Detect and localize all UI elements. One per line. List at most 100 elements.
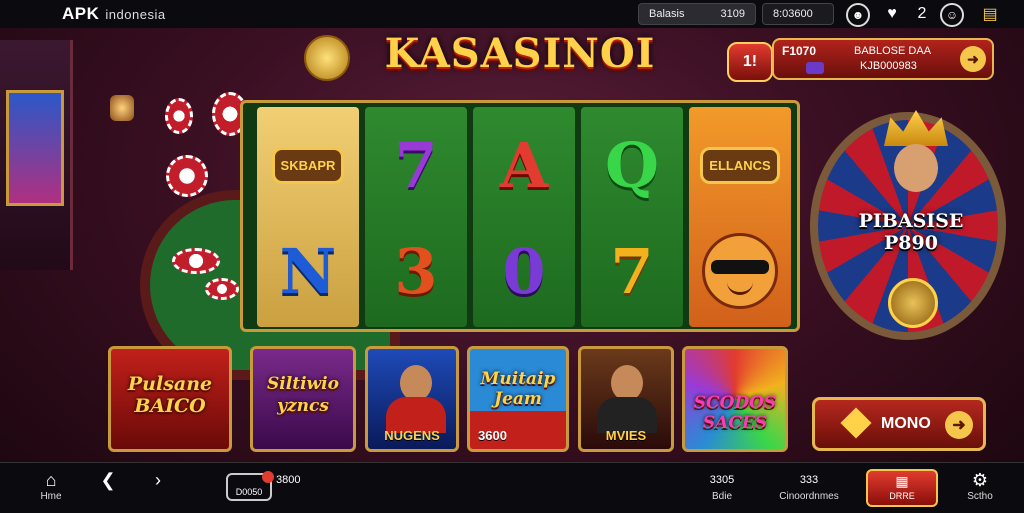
reel-symbol: ELLANCS	[689, 115, 791, 215]
character-head	[400, 365, 432, 401]
reel-symbol: Q	[604, 128, 659, 202]
reel-1: SKBAPR N	[257, 107, 359, 327]
mono-label: MONO	[881, 415, 931, 432]
nav-home[interactable]: ⌂ Hme	[36, 469, 66, 502]
chip-icon	[205, 278, 239, 300]
tile-title: SCODOS SACES	[693, 393, 777, 433]
user-icon[interactable]: ☺	[940, 3, 964, 27]
tile-caption: NUGENS	[384, 428, 440, 443]
symbol-text: ELLANCS	[700, 146, 780, 184]
reel-2: 7 3	[365, 107, 467, 327]
slot-icon: ▦	[895, 473, 909, 489]
bonus-wheel[interactable]: PIBASISE P890	[806, 110, 1006, 340]
ranking-icon[interactable]: 2	[910, 2, 934, 26]
nav-bonus-label: Bdie	[711, 491, 732, 502]
jackpot-label: BABLOSE DAA	[854, 45, 932, 57]
tile-title: Muitaip Jeam	[480, 369, 556, 409]
game-tile[interactable]: Muitaip Jeam 3600	[467, 346, 569, 452]
coins-value: 8:03600	[773, 8, 813, 20]
chip-icon	[166, 155, 208, 197]
rank-value: 2	[917, 5, 927, 22]
character-portrait	[386, 361, 446, 433]
nav-settings-label: Sctho	[967, 491, 993, 502]
jackpot-button[interactable]: 1!	[727, 42, 773, 82]
balance-label: Balasis	[649, 8, 685, 20]
nav-back[interactable]: ❮	[96, 469, 120, 491]
wheel-label-line2: P890	[884, 232, 938, 254]
back-arrow-icon: ❮	[100, 470, 116, 490]
tile-caption: 3600	[478, 428, 507, 443]
jackpot-badge	[806, 62, 824, 74]
bonus-value: 3305	[709, 474, 735, 486]
tile-caption: MVIES	[605, 428, 647, 443]
balance-value: 3109	[720, 8, 745, 20]
nav-promos-label: Cinoordnmes	[779, 491, 839, 502]
reel-symbol: N	[279, 234, 337, 308]
settings-icon: ⚙	[971, 470, 989, 490]
reel-5: ELLANCS	[689, 107, 791, 327]
wheel-hub	[888, 278, 938, 328]
slot-machine-screen	[6, 90, 64, 206]
wallet-button[interactable]: D0050	[226, 471, 274, 501]
nav-home-label: Hme	[40, 491, 62, 502]
top-bar: APK indonesia Balasis 3109 8:03600 ☻ ♥ 2 …	[0, 0, 1024, 28]
nav-settings[interactable]: ⚙ Sctho	[962, 469, 998, 502]
reel-symbol: 7	[610, 234, 654, 308]
wallet-label: D0050	[235, 487, 263, 497]
king-character	[876, 110, 956, 200]
game-tile[interactable]: Pulsane BAICO	[108, 346, 232, 452]
coins-display[interactable]: 8:03600	[762, 3, 834, 25]
symbol-text: SKBAPR	[271, 146, 345, 184]
nav-bonus[interactable]: 3305 Bdie	[690, 469, 754, 502]
heart-icon[interactable]: ♥	[880, 2, 904, 26]
nav-forward[interactable]: ›	[148, 469, 168, 491]
character-portrait	[597, 361, 657, 433]
reel-symbol: 3	[394, 234, 438, 308]
crown-icon	[884, 110, 948, 146]
game-logo: KASASINOI	[384, 30, 656, 77]
balance-display[interactable]: Balasis 3109	[638, 3, 756, 25]
nav-promos[interactable]: 333 Cinoordnmes	[772, 469, 846, 502]
wallet-amount: 3800	[276, 474, 301, 486]
tile-title: Pulsane BAICO	[127, 373, 213, 417]
reel-symbol: 0	[502, 234, 546, 308]
app-brand[interactable]: APK indonesia	[62, 4, 166, 24]
profile-icon[interactable]: ☻	[846, 3, 870, 27]
nav-active[interactable]: ▦ DRRE	[866, 469, 938, 507]
reel-symbol: 7	[394, 128, 438, 202]
game-tile[interactable]: SCODOS SACES	[682, 346, 788, 452]
wall-lamp-decor	[110, 95, 134, 121]
mono-button[interactable]: MONO ➜	[812, 397, 986, 451]
reel-3: A 0	[473, 107, 575, 327]
arrow-right-icon: ➜	[945, 411, 973, 439]
wheel-label-line1: PIBASISE	[858, 210, 964, 232]
jackpot-panel[interactable]: F1070 BABLOSE DAA KJB000983 ➜	[772, 38, 994, 80]
coin-icon	[304, 35, 350, 81]
arrow-right-icon[interactable]: ➜	[960, 46, 986, 72]
diamond-icon	[840, 407, 872, 439]
character-face	[894, 144, 938, 192]
game-tile[interactable]: NUGENS	[365, 346, 459, 452]
tile-title: Siltiwio yzncs	[267, 374, 339, 416]
chip-icon	[172, 248, 220, 274]
home-icon: ⌂	[45, 470, 57, 490]
smiley-sunglasses-icon	[689, 221, 791, 321]
brand-name: APK	[62, 4, 100, 23]
slot-reels[interactable]: SKBAPR N 7 3 A 0 Q 7 ELLANCS	[240, 100, 800, 332]
chevron-right-icon: ›	[155, 470, 161, 490]
slot-machine-decor	[0, 40, 73, 270]
gift-icon[interactable]: ▤	[978, 2, 1002, 26]
brand-sub: indonesia	[105, 7, 166, 22]
reel-4: Q 7	[581, 107, 683, 327]
notification-dot	[262, 471, 274, 483]
wheel-prize-label: PIBASISE P890	[826, 210, 996, 254]
jackpot-amount: F1070	[782, 44, 817, 58]
reel-symbol: SKBAPR	[257, 115, 359, 215]
chip-icon	[165, 98, 193, 134]
nav-active-label: DRRE	[889, 491, 915, 501]
promos-value: 333	[799, 474, 819, 486]
game-tile[interactable]: MVIES	[578, 346, 674, 452]
jackpot-sub: KJB000983	[860, 60, 917, 72]
reel-symbol: A	[499, 128, 549, 202]
game-tile[interactable]: Siltiwio yzncs	[250, 346, 356, 452]
